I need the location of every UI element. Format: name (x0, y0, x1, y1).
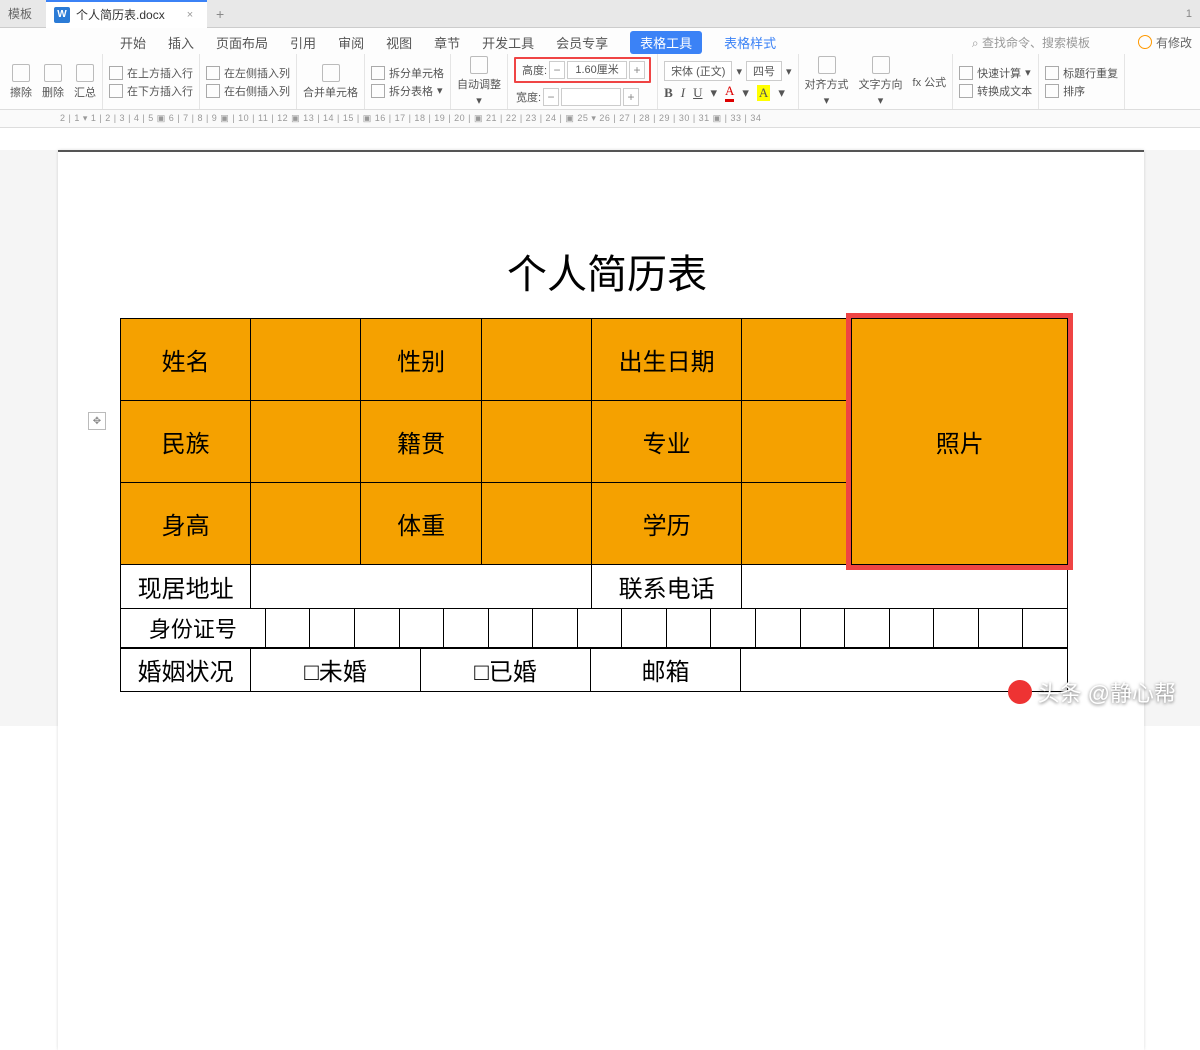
font-name-select[interactable]: 宋体 (正文) (664, 61, 732, 81)
cell-edu-label[interactable]: 学历 (591, 483, 741, 565)
search-box[interactable]: ⌕ 查找命令、搜索模板 (972, 34, 1090, 51)
close-tab-icon[interactable]: × (187, 9, 193, 21)
cell-phone-label[interactable]: 联系电话 (591, 565, 741, 609)
modified-indicator[interactable]: 有修改 (1138, 34, 1192, 51)
cell-origin-label[interactable]: 籍贯 (361, 401, 481, 483)
align-button[interactable]: 对齐方式 ▾ (805, 56, 849, 107)
tab-member[interactable]: 会员专享 (556, 33, 608, 52)
tab-start[interactable]: 开始 (120, 33, 146, 52)
width-value[interactable] (561, 88, 621, 106)
insert-col-left[interactable]: 在左侧插入列 (206, 65, 290, 81)
template-tab[interactable]: 模板 (0, 0, 46, 28)
watermark-avatar-icon (1008, 680, 1032, 704)
cell-major-label[interactable]: 专业 (591, 401, 741, 483)
bold-button[interactable]: B (664, 85, 673, 101)
tab-view[interactable]: 视图 (386, 33, 412, 52)
word-icon: W (54, 7, 70, 23)
font-size-select[interactable]: 四号 (746, 61, 782, 81)
quick-calc[interactable]: 快速计算 ▾ (959, 65, 1032, 81)
font-color-button[interactable]: A (725, 83, 734, 102)
highlight-button[interactable]: A (757, 85, 770, 101)
cell-address-value[interactable] (251, 565, 592, 609)
underline-button[interactable]: U (693, 85, 702, 101)
resume-table-idrow[interactable]: 身份证号 (120, 608, 1068, 649)
search-icon: ⌕ (972, 36, 979, 50)
photo-cell[interactable]: 照片 (852, 319, 1068, 565)
width-plus[interactable]: + (623, 88, 639, 106)
cell-dob-value[interactable] (742, 319, 852, 401)
cell-name-label[interactable]: 姓名 (121, 319, 251, 401)
cell-gender-label[interactable]: 性别 (361, 319, 481, 401)
horizontal-ruler[interactable]: 2 | 1 ▾ 1 | 2 | 3 | 4 | 5 ▣ 6 | 7 | 8 | … (0, 110, 1200, 128)
header-repeat[interactable]: 标题行重复 (1045, 65, 1118, 81)
cell-height-label[interactable]: 身高 (121, 483, 251, 565)
split-cell[interactable]: 拆分单元格 (371, 65, 444, 81)
width-minus[interactable]: − (543, 88, 559, 106)
height-control-highlight: 高度: − 1.60厘米 + (514, 57, 651, 83)
cell-marital-label[interactable]: 婚姻状况 (121, 648, 251, 692)
split-table[interactable]: 拆分表格 ▾ (371, 83, 444, 99)
cell-name-value[interactable] (251, 319, 361, 401)
summary-button[interactable]: 汇总 (74, 64, 96, 100)
resume-table-marital[interactable]: 婚姻状况 □未婚 □已婚 邮箱 (120, 647, 1068, 692)
to-text[interactable]: 转换成文本 (959, 83, 1032, 99)
tab-table-style[interactable]: 表格样式 (724, 33, 776, 52)
tab-layout[interactable]: 页面布局 (216, 33, 268, 52)
tab-review[interactable]: 审阅 (338, 33, 364, 52)
cell-marital-married[interactable]: □已婚 (421, 648, 591, 692)
height-minus[interactable]: − (549, 61, 565, 79)
erase-button[interactable]: 擦除 (10, 64, 32, 100)
cell-gender-value[interactable] (481, 319, 591, 401)
title-bar: 模板 W 个人简历表.docx × + 1 (0, 0, 1200, 28)
resume-table[interactable]: 姓名 性别 出生日期 照片 民族 籍贯 专业 身高 体重 学历 (120, 318, 1068, 609)
document-name: 个人简历表.docx (76, 6, 165, 23)
tab-ref[interactable]: 引用 (290, 33, 316, 52)
watermark: 头条 @静心帮 (1008, 676, 1176, 708)
window-mode-icon[interactable]: 1 (1178, 8, 1200, 20)
delete-button[interactable]: 删除 (42, 64, 64, 100)
formula-button[interactable]: fx 公式 (913, 74, 947, 90)
new-tab-button[interactable]: + (207, 6, 233, 22)
tab-table-tools[interactable]: 表格工具 (630, 31, 702, 54)
height-value[interactable]: 1.60厘米 (567, 61, 627, 79)
ribbon-tabs: 开始 插入 页面布局 引用 审阅 视图 章节 开发工具 会员专享 表格工具 表格… (0, 28, 1200, 54)
insert-col-right[interactable]: 在右侧插入列 (206, 83, 290, 99)
insert-row-above[interactable]: 在上方插入行 (109, 65, 193, 81)
tab-chapter[interactable]: 章节 (434, 33, 460, 52)
insert-row-below[interactable]: 在下方插入行 (109, 83, 193, 99)
document-title: 个人简历表 (102, 242, 1112, 300)
merge-cells[interactable]: 合并单元格 (303, 64, 358, 100)
sort-button[interactable]: 排序 (1045, 83, 1118, 99)
cell-dob-label[interactable]: 出生日期 (591, 319, 741, 401)
photo-highlight-frame (846, 313, 1073, 570)
cell-email-label[interactable]: 邮箱 (591, 648, 741, 692)
autofit[interactable]: 自动调整 ▾ (457, 56, 501, 107)
cell-weight-label[interactable]: 体重 (361, 483, 481, 565)
tab-insert[interactable]: 插入 (168, 33, 194, 52)
ribbon: 擦除 删除 汇总 在上方插入行 在下方插入行 在左侧插入列 在右侧插入列 合并单… (0, 54, 1200, 110)
tab-dev[interactable]: 开发工具 (482, 33, 534, 52)
cell-nation-label[interactable]: 民族 (121, 401, 251, 483)
cloud-icon (1138, 35, 1152, 49)
height-plus[interactable]: + (629, 61, 645, 79)
italic-button[interactable]: I (681, 85, 685, 101)
height-label: 高度: (522, 62, 547, 78)
document-canvas: 个人简历表 姓名 性别 出生日期 照片 民族 籍贯 专业 身高 (0, 150, 1200, 726)
cell-address-label[interactable]: 现居地址 (121, 565, 251, 609)
cell-phone-value[interactable] (742, 565, 1068, 609)
document-tab[interactable]: W 个人简历表.docx × (46, 0, 207, 28)
cell-marital-unmarried[interactable]: □未婚 (251, 648, 421, 692)
width-label: 宽度: (516, 89, 541, 105)
text-direction-button[interactable]: 文字方向 ▾ (859, 56, 903, 107)
page: 个人简历表 姓名 性别 出生日期 照片 民族 籍贯 专业 身高 (58, 150, 1144, 1050)
cell-id-label[interactable]: 身份证号 (121, 608, 266, 648)
table-move-handle[interactable]: ✥ (88, 412, 106, 430)
